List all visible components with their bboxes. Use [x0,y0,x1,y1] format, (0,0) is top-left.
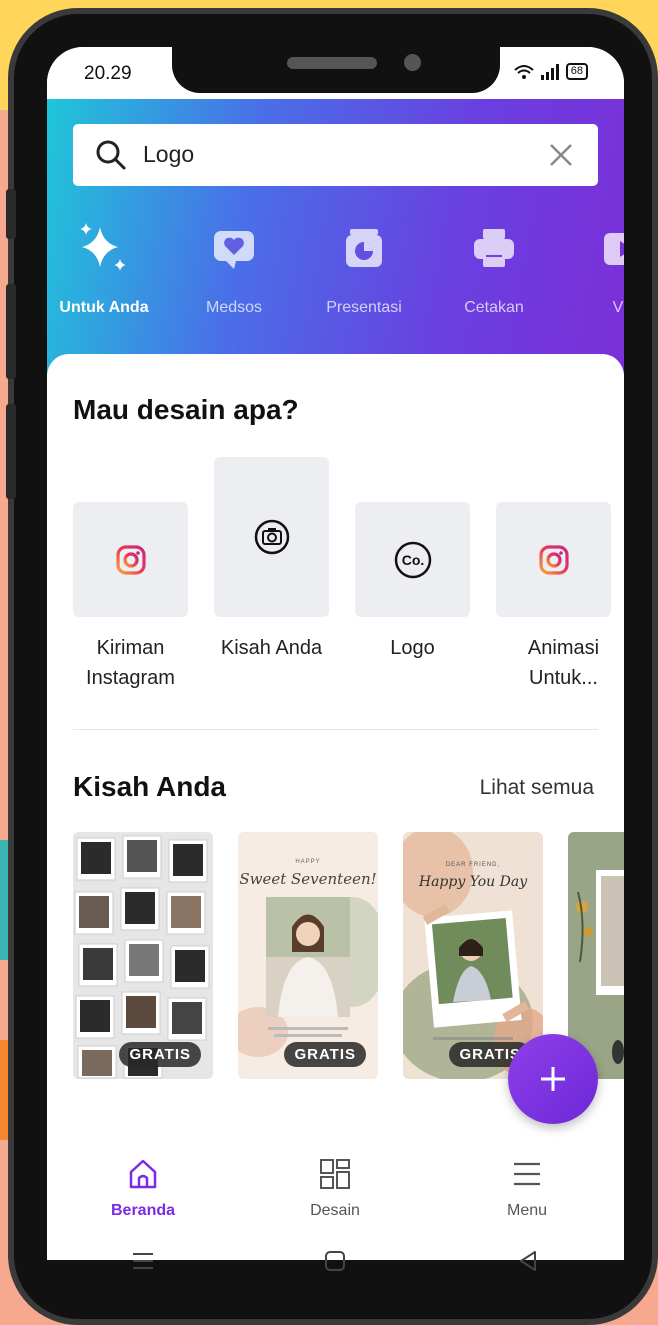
tab-label: Presentasi [326,299,402,316]
status-bar: 20.29 68 [47,47,624,99]
heart-chat-icon [214,231,254,269]
template-thumbnail[interactable]: HAPPY Sweet Seventeen! GRATIS [238,832,378,1079]
search-input[interactable]: Logo [143,141,194,168]
tab-label: Untuk Anda [59,299,149,316]
design-type-tile[interactable]: Co. [355,502,470,617]
plus-icon [541,1067,565,1091]
divider [73,729,598,730]
free-badge: GRATIS [284,1042,366,1067]
section-title: Mau desain apa? [73,394,299,425]
system-nav-bar [47,1226,624,1296]
template-script-text: Happy You Day [418,874,528,890]
phone-screen: 20.29 68 Logo Untuk Anda Medsos Presenta… [47,47,624,1260]
speaker [287,57,377,69]
printer-icon [474,229,514,267]
template-small-text: DEAR FRIEND, [445,862,501,868]
design-type-animasi[interactable]: Animasi Untuk... [496,502,611,693]
see-all-link[interactable]: Lihat semua [480,776,594,800]
nav-label: Desain [310,1202,360,1219]
camera-icon [254,519,289,555]
template-thumbnail[interactable]: GRATIS [73,832,213,1079]
design-type-kiriman-instagram[interactable]: Kiriman Instagram [73,502,188,693]
template-thumbnail[interactable]: DEAR FRIEND, Happy You Day GRATIS [403,832,543,1079]
nav-menu[interactable]: Menu [457,1157,597,1220]
home-button-icon[interactable] [323,1249,347,1273]
status-icons: 68 [514,63,588,80]
close-icon[interactable] [548,142,574,168]
video-icon [604,233,624,265]
phone-side-button [6,284,16,379]
svg-text:Co.: Co. [401,552,424,568]
back-icon[interactable] [516,1249,540,1273]
search-bar[interactable]: Logo [73,124,598,186]
tab-medsos[interactable]: Medsos [169,219,299,317]
design-type-tile[interactable] [496,502,611,617]
design-type-label: Kisah Anda [220,637,323,659]
logo-co-icon: Co. [394,541,431,578]
menu-icon [514,1162,540,1186]
nav-beranda[interactable]: Beranda [73,1157,213,1220]
design-type-label: Animasi Untuk... [527,637,600,689]
instagram-icon [538,544,569,575]
nav-label: Menu [506,1202,548,1219]
tab-presentasi[interactable]: Presentasi [299,219,429,317]
template-small-text: HAPPY [295,859,321,865]
section-title: Kisah Anda [73,771,226,802]
design-type-label: Logo [390,637,435,659]
recent-apps-icon[interactable] [131,1249,155,1273]
design-type-logo[interactable]: Co. Logo [355,502,470,663]
main-content: Mau desain apa? Kiriman Instagram Kisah … [47,354,624,1154]
tab-untuk-anda[interactable]: Untuk Anda [47,219,169,317]
header: Logo Untuk Anda Medsos Presentasi Cetaka… [47,99,624,374]
home-icon [129,1159,157,1189]
template-script-text: Sweet Seventeen! [239,870,377,888]
sparkle-icon [80,223,126,271]
free-badge: GRATIS [119,1042,201,1067]
signal-icon [540,63,559,80]
nav-desain[interactable]: Desain [265,1157,405,1220]
design-type-tile[interactable] [73,502,188,617]
tab-video[interactable]: Vid [559,219,624,317]
tab-cetakan[interactable]: Cetakan [429,219,559,317]
grid-icon [320,1159,350,1189]
category-tabs: Untuk Anda Medsos Presentasi Cetakan V [47,219,624,329]
notch [172,47,500,93]
phone-side-button [6,404,16,499]
nav-label: Beranda [110,1202,176,1219]
design-type-kisah-anda[interactable]: Kisah Anda [214,457,329,663]
tab-label: Vid [612,299,624,316]
tab-label: Medsos [205,299,263,316]
phone-side-button [6,189,16,239]
design-type-tile[interactable] [214,457,329,617]
add-button[interactable] [508,1034,598,1124]
battery-icon: 68 [565,63,588,80]
instagram-icon [115,544,146,575]
tab-label: Cetakan [464,299,524,316]
wifi-icon [514,64,534,79]
design-type-label: Kiriman Instagram [86,637,175,689]
presentation-icon [346,229,382,267]
status-time: 20.29 [84,63,132,84]
front-camera [404,54,421,71]
search-icon[interactable] [95,139,127,171]
